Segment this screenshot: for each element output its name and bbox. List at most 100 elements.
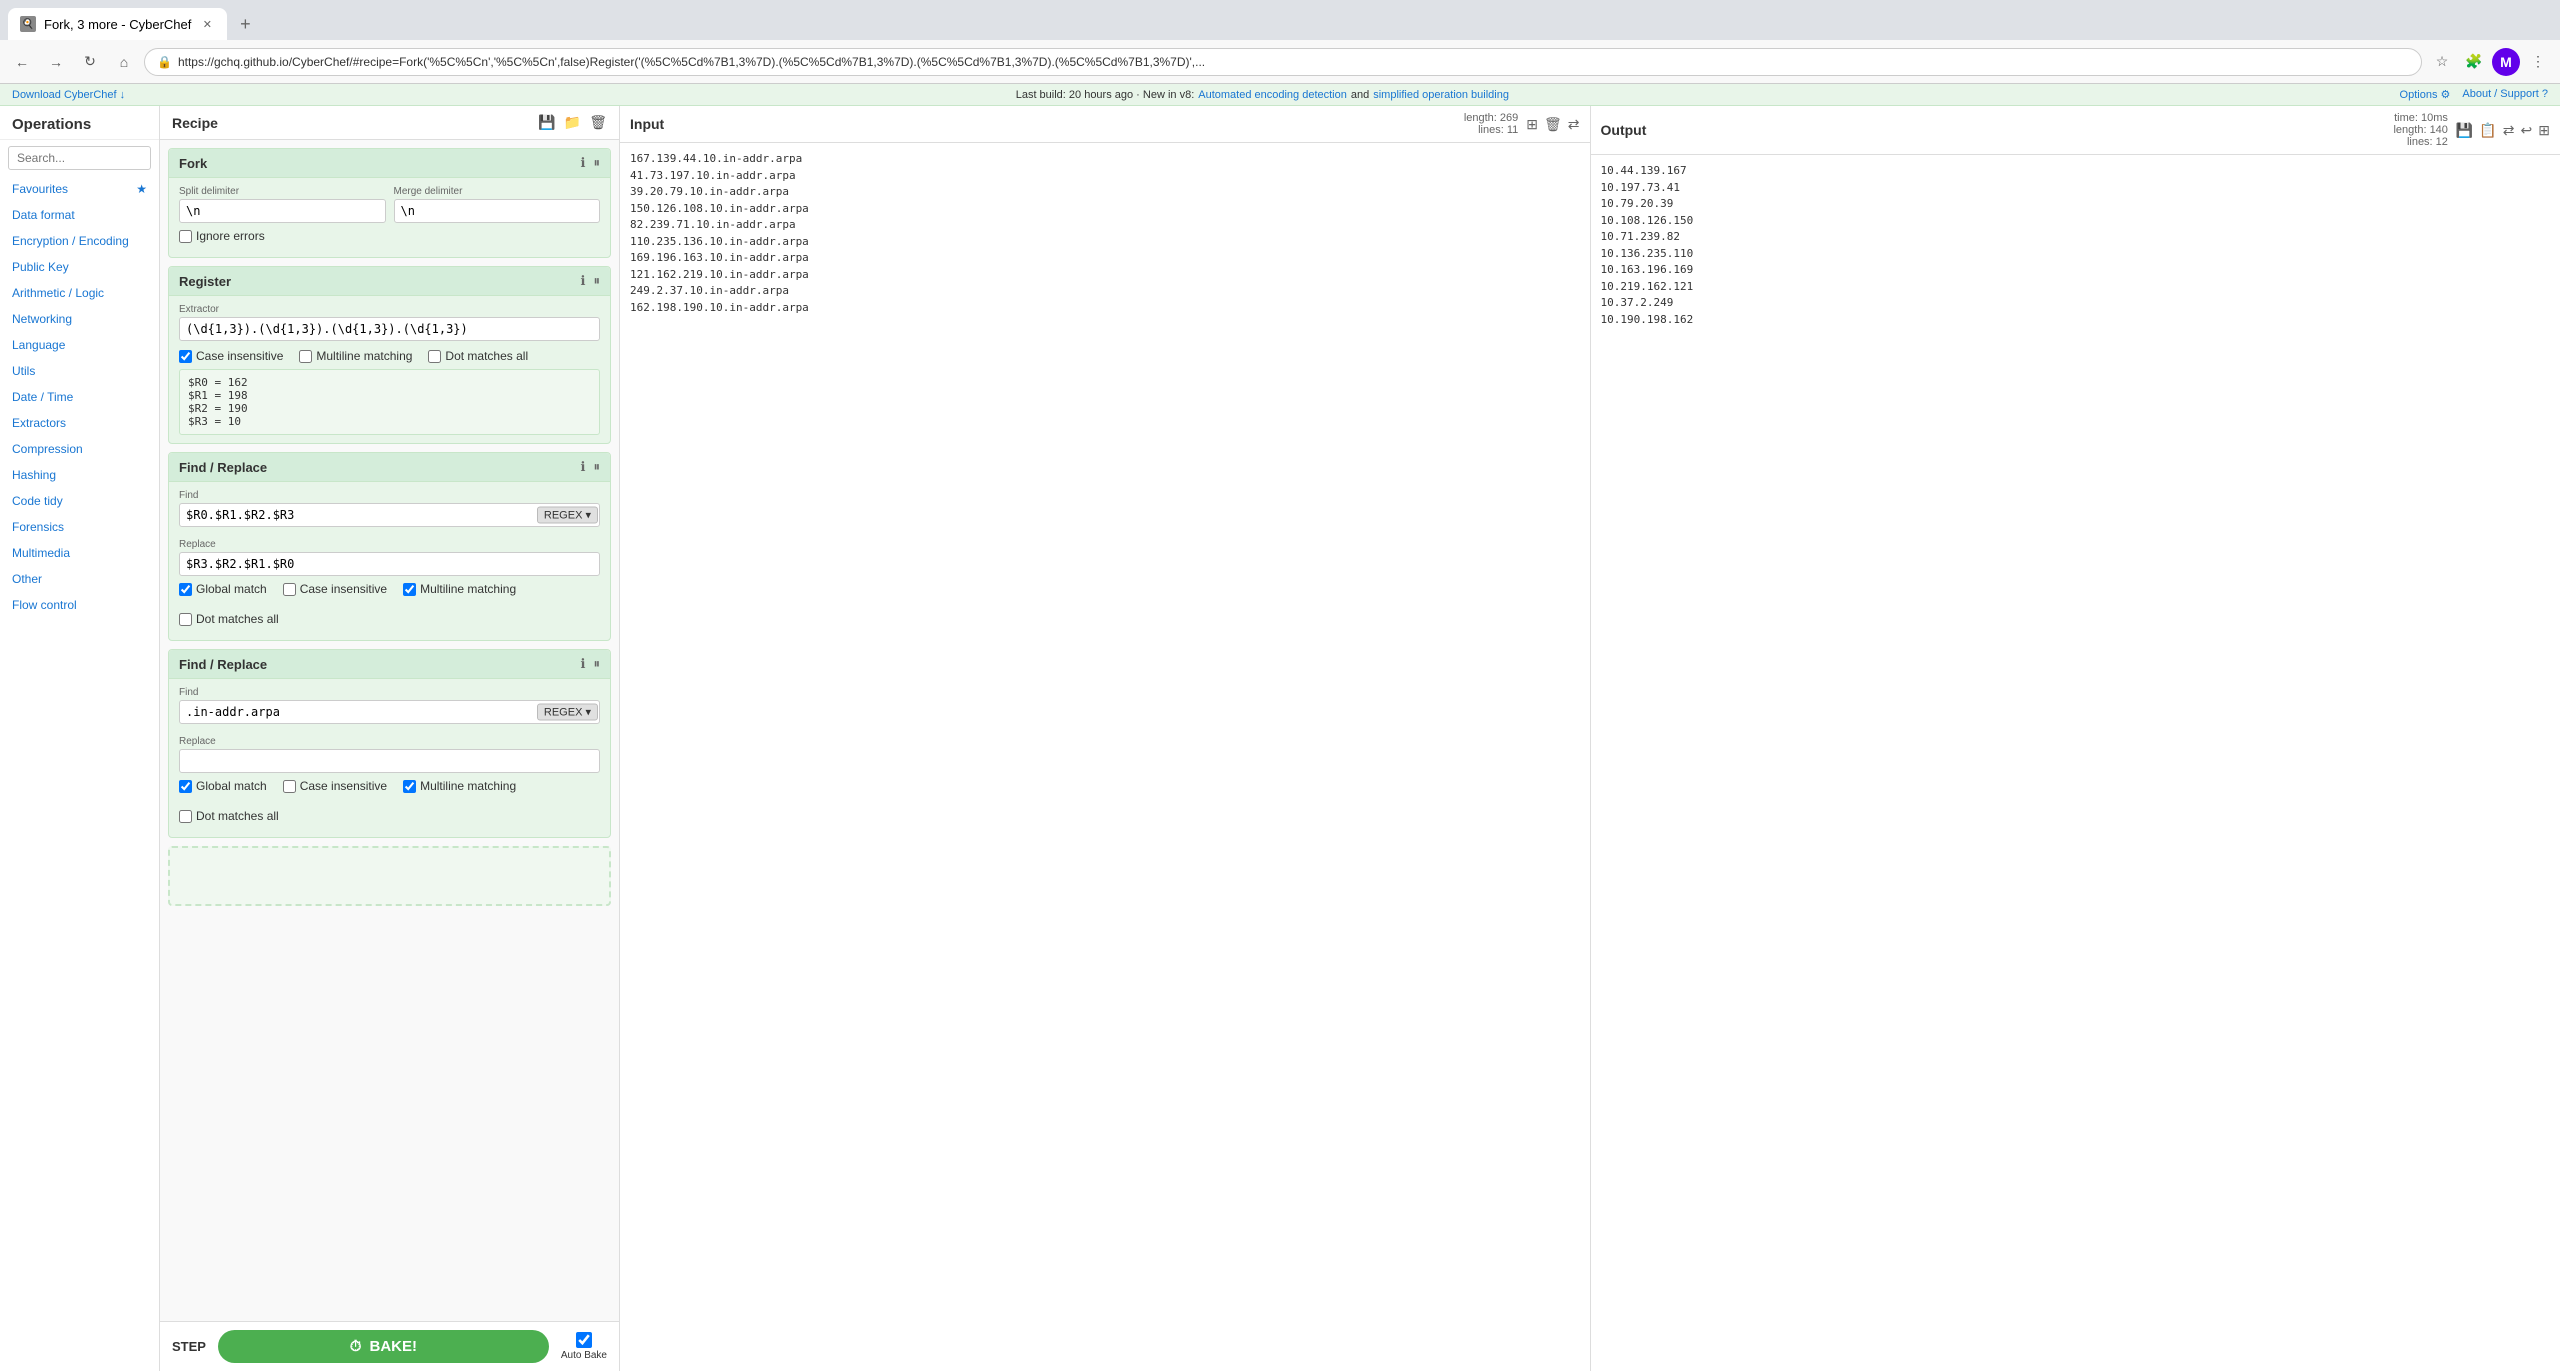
back-button[interactable]: ← — [8, 48, 36, 76]
replace-1-input[interactable] — [179, 552, 600, 576]
register-case-insensitive-checkbox[interactable]: Case insensitive — [179, 349, 283, 363]
ignore-errors-checkbox[interactable]: Ignore errors — [179, 229, 265, 243]
output-undo-icon[interactable]: ↩ — [2521, 122, 2533, 139]
menu-button[interactable]: ⋮ — [2524, 48, 2552, 76]
replace-2-label: Replace — [179, 736, 600, 747]
load-recipe-button[interactable]: 📁 — [564, 114, 581, 131]
fr1-case-insensitive-input[interactable] — [283, 583, 296, 596]
output-text[interactable]: 10.44.139.167 10.197.73.41 10.79.20.39 1… — [1591, 155, 2560, 1371]
register-dot-matches-input[interactable] — [428, 350, 441, 363]
step-label[interactable]: STEP — [172, 1339, 206, 1354]
sidebar-item-arithmetic[interactable]: Arithmetic / Logic — [0, 280, 159, 306]
input-expand-icon[interactable]: ⊞ — [1526, 116, 1538, 133]
fr2-case-insensitive-checkbox[interactable]: Case insensitive — [283, 779, 387, 793]
input-meta: length: 269 lines: 11 — [1464, 112, 1518, 136]
output-lines: lines: 12 — [2393, 136, 2447, 148]
fork-pause-icon[interactable]: ⏸ — [594, 155, 601, 171]
register-dot-matches-checkbox[interactable]: Dot matches all — [428, 349, 528, 363]
recipe-content: Fork ℹ ⏸ Split delimiter — [160, 140, 619, 1321]
find-replace-2-title: Find / Replace — [179, 657, 267, 672]
sidebar-item-extractors[interactable]: Extractors — [0, 410, 159, 436]
forward-button[interactable]: → — [42, 48, 70, 76]
fr1-global-checkbox[interactable]: Global match — [179, 582, 267, 596]
extensions-button[interactable]: 🧩 — [2460, 48, 2488, 76]
output-meta: time: 10ms length: 140 lines: 12 — [2393, 112, 2447, 148]
fr2-global-input[interactable] — [179, 780, 192, 793]
bake-button[interactable]: ⏱ BAKE! — [218, 1330, 549, 1363]
ignore-errors-input[interactable] — [179, 230, 192, 243]
output-expand-icon[interactable]: ⊞ — [2538, 122, 2550, 139]
about-link[interactable]: About / Support ? — [2462, 88, 2548, 101]
download-link[interactable]: Download CyberChef ↓ — [12, 89, 125, 101]
fr1-dot-matches-checkbox[interactable]: Dot matches all — [179, 612, 279, 626]
sidebar-item-data-format[interactable]: Data format — [0, 202, 159, 228]
register-case-insensitive-input[interactable] — [179, 350, 192, 363]
fr1-multiline-input[interactable] — [403, 583, 416, 596]
sidebar-item-favourites[interactable]: Favourites — [12, 182, 68, 196]
address-bar[interactable]: 🔒 https://gchq.github.io/CyberChef/#reci… — [144, 48, 2422, 76]
fr1-case-insensitive-checkbox[interactable]: Case insensitive — [283, 582, 387, 596]
register-multiline-checkbox[interactable]: Multiline matching — [299, 349, 412, 363]
sidebar-item-language[interactable]: Language — [0, 332, 159, 358]
input-trash-icon[interactable]: 🗑 — [1544, 116, 1562, 133]
new-tab-button[interactable]: + — [231, 10, 259, 38]
encoding-link[interactable]: Automated encoding detection — [1198, 89, 1347, 101]
merge-delimiter-input[interactable] — [394, 199, 601, 223]
sidebar-item-forensics[interactable]: Forensics — [0, 514, 159, 540]
output-save-icon[interactable]: 💾 — [2456, 122, 2473, 139]
bookmark-button[interactable]: ☆ — [2428, 48, 2456, 76]
auto-bake-checkbox[interactable] — [576, 1332, 592, 1348]
clear-recipe-button[interactable]: 🗑 — [589, 114, 607, 131]
input-switch-icon[interactable]: ⇄ — [1568, 116, 1580, 133]
browser-tab[interactable]: 🍳 Fork, 3 more - CyberChef ✕ — [8, 8, 227, 40]
fr2-dot-matches-input[interactable] — [179, 810, 192, 823]
fr1-global-input[interactable] — [179, 583, 192, 596]
sidebar-item-encryption[interactable]: Encryption / Encoding — [0, 228, 159, 254]
sidebar-item-date-time[interactable]: Date / Time — [0, 384, 159, 410]
find-replace-2-info-icon[interactable]: ℹ — [581, 656, 586, 672]
fr2-case-insensitive-input[interactable] — [283, 780, 296, 793]
sidebar-item-multimedia[interactable]: Multimedia — [0, 540, 159, 566]
refresh-button[interactable]: ↻ — [76, 48, 104, 76]
search-input[interactable] — [8, 146, 151, 170]
io-area: Input length: 269 lines: 11 ⊞ 🗑 ⇄ — [620, 106, 2560, 1371]
find-2-regex-badge[interactable]: REGEX ▾ — [537, 704, 598, 721]
register-pause-icon[interactable]: ⏸ — [594, 273, 601, 289]
fr2-global-checkbox[interactable]: Global match — [179, 779, 267, 793]
register-multiline-input[interactable] — [299, 350, 312, 363]
find-replace-1-pause-icon[interactable]: ⏸ — [594, 459, 601, 475]
sidebar-item-utils[interactable]: Utils — [0, 358, 159, 384]
home-button[interactable]: ⌂ — [110, 48, 138, 76]
sidebar-item-hashing[interactable]: Hashing — [0, 462, 159, 488]
sidebar-item-compression[interactable]: Compression — [0, 436, 159, 462]
extractor-input[interactable] — [179, 317, 600, 341]
find-replace-1-info-icon[interactable]: ℹ — [581, 459, 586, 475]
profile-button[interactable]: M — [2492, 48, 2520, 76]
register-info-icon[interactable]: ℹ — [581, 273, 586, 289]
find-1-regex-badge[interactable]: REGEX ▾ — [537, 507, 598, 524]
sidebar-item-other[interactable]: Other — [0, 566, 159, 592]
sidebar-item-flow-control[interactable]: Flow control — [0, 592, 159, 618]
fr1-multiline-checkbox[interactable]: Multiline matching — [403, 582, 516, 596]
input-lines: lines: 11 — [1464, 124, 1518, 136]
operation-link[interactable]: simplified operation building — [1373, 89, 1509, 101]
find-replace-1-block: Find / Replace ℹ ⏸ Find REGEX ▾ — [168, 452, 611, 641]
fr1-dot-matches-input[interactable] — [179, 613, 192, 626]
sidebar-item-public-key[interactable]: Public Key — [0, 254, 159, 280]
sidebar-item-code-tidy[interactable]: Code tidy — [0, 488, 159, 514]
tab-close-button[interactable]: ✕ — [199, 16, 215, 32]
fork-info-icon[interactable]: ℹ — [581, 155, 586, 171]
fr2-dot-matches-checkbox[interactable]: Dot matches all — [179, 809, 279, 823]
options-link[interactable]: Options ⚙ — [2400, 88, 2451, 101]
replace-2-input[interactable] — [179, 749, 600, 773]
sidebar-item-networking[interactable]: Networking — [0, 306, 159, 332]
save-recipe-button[interactable]: 💾 — [538, 114, 555, 131]
output-copy-icon[interactable]: 📋 — [2479, 122, 2496, 139]
fr2-multiline-checkbox[interactable]: Multiline matching — [403, 779, 516, 793]
split-delimiter-input[interactable] — [179, 199, 386, 223]
output-switch-icon[interactable]: ⇄ — [2503, 122, 2515, 139]
input-text[interactable]: 167.139.44.10.in-addr.arpa 41.73.197.10.… — [620, 143, 1590, 1371]
find-replace-2-pause-icon[interactable]: ⏸ — [594, 656, 601, 672]
fr2-multiline-input[interactable] — [403, 780, 416, 793]
star-icon: ★ — [136, 182, 147, 196]
